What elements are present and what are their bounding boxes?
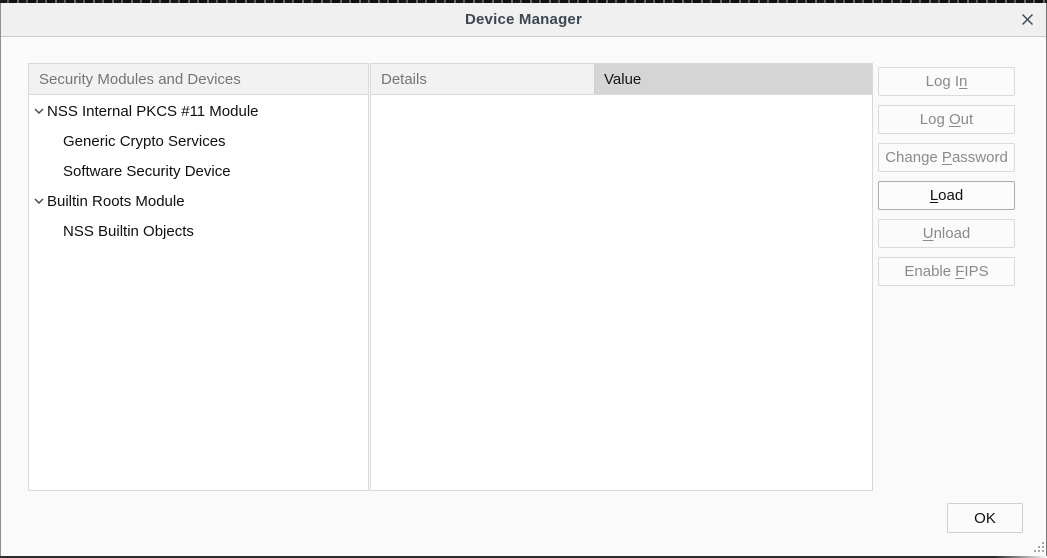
change-password-button[interactable]: Change Password — [878, 143, 1015, 172]
details-header: Details Value — [371, 64, 872, 95]
tree-column-header[interactable]: Security Modules and Devices — [29, 64, 368, 95]
resize-grip-icon[interactable] — [1032, 541, 1045, 554]
log-out-button[interactable]: Log Out — [878, 105, 1015, 134]
details-body — [371, 96, 872, 490]
tree-item-label: Software Security Device — [63, 163, 231, 180]
tree-item-label: Generic Crypto Services — [63, 133, 226, 150]
ok-button[interactable]: OK — [947, 503, 1023, 533]
device-manager-dialog: Device Manager Security Modules and Devi… — [0, 0, 1047, 558]
chevron-down-icon[interactable] — [34, 198, 44, 204]
chevron-down-icon[interactable] — [34, 108, 44, 114]
details-panel: Details Value — [370, 63, 873, 491]
device-tree: NSS Internal PKCS #11 Module Generic Cryp… — [29, 96, 368, 490]
tree-item[interactable]: Generic Crypto Services — [29, 126, 368, 156]
enable-fips-button[interactable]: Enable FIPS — [878, 257, 1015, 286]
titlebar[interactable]: Device Manager — [1, 3, 1046, 37]
window-left-edge — [0, 3, 1, 556]
load-button[interactable]: Load — [878, 181, 1015, 210]
close-icon[interactable] — [1019, 12, 1035, 28]
value-column-header[interactable]: Value — [595, 64, 872, 94]
details-column-header[interactable]: Details — [371, 64, 595, 94]
tree-item[interactable]: Builtin Roots Module — [29, 186, 368, 216]
tree-item-label: NSS Builtin Objects — [63, 223, 194, 240]
security-modules-panel: Security Modules and Devices NSS Interna… — [28, 63, 369, 491]
tree-item-label: NSS Internal PKCS #11 Module — [47, 103, 259, 120]
log-in-button[interactable]: Log In — [878, 67, 1015, 96]
dialog-title: Device Manager — [465, 11, 582, 28]
tree-item-label: Builtin Roots Module — [47, 193, 185, 210]
action-buttons: Log In Log Out Change Password Load Unload En… — [878, 67, 1015, 286]
unload-button[interactable]: Unload — [878, 219, 1015, 248]
tree-item[interactable]: NSS Internal PKCS #11 Module — [29, 96, 368, 126]
tree-item[interactable]: NSS Builtin Objects — [29, 216, 368, 246]
tree-item[interactable]: Software Security Device — [29, 156, 368, 186]
